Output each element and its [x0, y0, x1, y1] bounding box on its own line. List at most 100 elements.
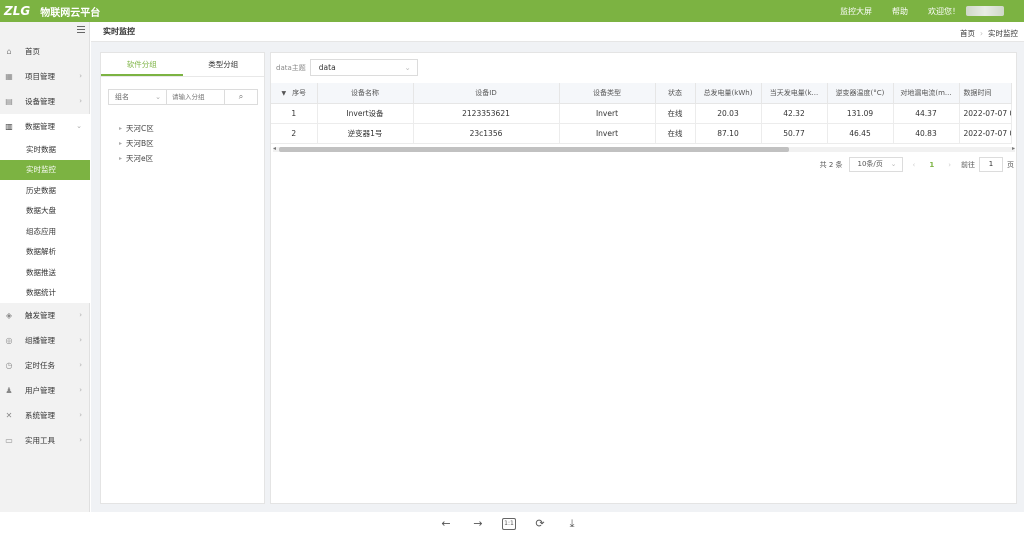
sidebar-item-label: 定时任务 [25, 361, 55, 370]
column-header: 当天发电量(k... [761, 83, 828, 104]
tab-type-group[interactable]: 类型分组 [183, 53, 265, 76]
sidebar: ⌂ 首页 ▦ 项目管理 › ▤ 设备管理 › ▥ 数据管理 ⌄ 实时数据 实时监… [0, 22, 90, 512]
tree-node[interactable]: ▸ 天河C区 [119, 121, 154, 136]
table-cell: 40.83 [893, 123, 960, 144]
prev-page-button[interactable]: ‹ [913, 161, 916, 169]
submenu-item-stats[interactable]: 数据统计 [0, 283, 90, 304]
home-icon: ⌂ [6, 46, 12, 56]
column-header[interactable]: ▼ 序号 [271, 83, 318, 104]
actual-size-icon[interactable]: 1:1 [502, 518, 516, 530]
group-search-input[interactable] [167, 90, 225, 104]
sidebar-item-devices[interactable]: ▤ 设备管理 › [0, 89, 90, 114]
chevron-right-icon: › [79, 411, 82, 419]
search-button[interactable]: ⌕ [225, 90, 257, 104]
group-search-row: 组名 ⌄ ⌕ [108, 89, 258, 105]
horizontal-scrollbar[interactable]: ◂ ▸ [273, 145, 1015, 152]
tree-node[interactable]: ▸ 天河e区 [119, 151, 154, 166]
breadcrumb-separator: › [980, 29, 983, 38]
table-row[interactable]: 1 Invert设备 2123353621 Invert 在线 20.03 42… [271, 103, 1012, 124]
column-header: 逆变器温度(°C) [827, 83, 894, 104]
sidebar-item-label: 用户管理 [25, 386, 55, 395]
chart-icon: ▥ [5, 121, 13, 131]
sidebar-item-schedule[interactable]: ◷ 定时任务 › [0, 353, 90, 378]
page-size-select[interactable]: 10条/页 ⌄ [848, 157, 903, 172]
table-cell: 2022-07-07 01:48:30 [959, 123, 1012, 144]
scroll-right-icon[interactable]: ▸ [1012, 145, 1015, 152]
sidebar-item-system[interactable]: ✕ 系统管理 › [0, 403, 90, 428]
sidebar-item-data[interactable]: ▥ 数据管理 ⌄ [0, 114, 90, 139]
page-number[interactable]: 1 [929, 161, 934, 169]
tree-node[interactable]: ▸ 天河B区 [119, 136, 154, 151]
topic-filter-label: data主题 [276, 63, 306, 72]
table-cell: 2123353621 [413, 103, 560, 124]
caret-right-icon[interactable]: ▸ [119, 155, 122, 162]
submenu-item-scada[interactable]: 组态应用 [0, 221, 90, 242]
table-row[interactable]: 2 逆变器1号 23c1356 Invert 在线 87.10 50.77 46… [271, 123, 1012, 144]
sidebar-item-label: 数据管理 [25, 122, 55, 131]
arrow-left-icon[interactable]: ← [438, 518, 454, 530]
group-field-select[interactable]: 组名 ⌄ [109, 90, 167, 104]
table-cell: 在线 [655, 103, 696, 124]
sidebar-menu: ⌂ 首页 ▦ 项目管理 › ▤ 设备管理 › ▥ 数据管理 ⌄ 实时数据 实时监… [0, 39, 90, 453]
table-cell: 1 [271, 103, 318, 124]
submenu-item-history[interactable]: 历史数据 [0, 180, 90, 201]
submenu-item-realtime-monitor[interactable]: 实时监控 [0, 159, 90, 180]
goto-label: 前往 [961, 160, 975, 169]
device-table-panel: data主题 data ⌄ ▼ 序号 设备名称 设备ID 设备类型 状态 总发电量… [270, 52, 1017, 504]
caret-right-icon[interactable]: ▸ [119, 125, 122, 132]
topic-filter: data主题 data ⌄ [276, 59, 418, 76]
page-title: 实时监控 [103, 27, 135, 36]
device-data-table: ▼ 序号 设备名称 设备ID 设备类型 状态 总发电量(kWh) 当天发电量(k.… [271, 83, 1012, 144]
zlg-logo[interactable]: ZLG [4, 4, 30, 18]
sidebar-item-trigger[interactable]: ◈ 触发管理 › [0, 303, 90, 328]
topic-select[interactable]: data ⌄ [309, 59, 418, 76]
sidebar-item-users[interactable]: ♟ 用户管理 › [0, 378, 90, 403]
chevron-right-icon: › [79, 97, 82, 105]
submenu-item-realtime-data[interactable]: 实时数据 [0, 139, 90, 160]
download-icon[interactable]: ⤓ [564, 518, 580, 530]
sidebar-item-projects[interactable]: ▦ 项目管理 › [0, 64, 90, 89]
table-header-row: ▼ 序号 设备名称 设备ID 设备类型 状态 总发电量(kWh) 当天发电量(k.… [271, 83, 1012, 104]
chevron-right-icon: › [79, 361, 82, 369]
username-redacted[interactable] [966, 6, 1004, 16]
chevron-right-icon: › [79, 436, 82, 444]
breadcrumb-current: 实时监控 [988, 29, 1018, 38]
next-page-button[interactable]: › [948, 161, 951, 169]
sidebar-item-label: 首页 [25, 47, 40, 56]
total-count: 共 2 条 [819, 160, 843, 169]
scrollbar-thumb[interactable] [279, 147, 789, 152]
sidebar-item-label: 设备管理 [25, 97, 55, 106]
monitor-screen-link[interactable]: 监控大屏 [840, 6, 872, 17]
help-link[interactable]: 帮助 [892, 6, 908, 17]
table-cell: Invert [559, 123, 656, 144]
submenu-item-dashboard[interactable]: 数据大盘 [0, 201, 90, 222]
breadcrumb-bar: 实时监控 首页 › 实时监控 [91, 22, 1024, 42]
submenu-item-parse[interactable]: 数据解析 [0, 242, 90, 263]
sidebar-item-multicast[interactable]: ◎ 组播管理 › [0, 328, 90, 353]
arrow-right-icon[interactable]: → [470, 518, 486, 530]
collapse-menu-icon[interactable] [77, 26, 85, 33]
breadcrumb-home[interactable]: 首页 [960, 29, 975, 38]
goto-page-input[interactable]: 1 [979, 157, 1003, 172]
tab-software-group[interactable]: 软件分组 [101, 53, 183, 76]
caret-right-icon[interactable]: ▸ [119, 140, 122, 147]
submenu-item-push[interactable]: 数据推送 [0, 262, 90, 283]
search-icon: ⌕ [238, 92, 244, 101]
column-header: 设备名称 [317, 83, 414, 104]
sidebar-item-utilities[interactable]: ▭ 实用工具 › [0, 428, 90, 453]
column-header: 状态 [655, 83, 696, 104]
table-cell: 46.45 [827, 123, 894, 144]
sidebar-item-label: 触发管理 [25, 311, 55, 320]
pagination: 共 2 条 10条/页 ⌄ ‹ 1 › 前往 1 页 [820, 157, 1014, 172]
table-cell: 2022-07-07 01:48:30 [959, 103, 1012, 124]
scroll-left-icon[interactable]: ◂ [273, 145, 276, 152]
toolbox-icon: ▭ [5, 435, 13, 445]
chevron-down-icon: ⌄ [155, 93, 161, 101]
topic-select-value: data [318, 63, 336, 72]
table-cell: 50.77 [761, 123, 828, 144]
sort-desc-icon[interactable]: ▼ [281, 90, 286, 97]
chevron-right-icon: › [79, 311, 82, 319]
breadcrumb: 首页 › 实时监控 [960, 28, 1018, 39]
rotate-icon[interactable]: ⟳ [532, 518, 548, 530]
sidebar-item-home[interactable]: ⌂ 首页 [0, 39, 90, 64]
